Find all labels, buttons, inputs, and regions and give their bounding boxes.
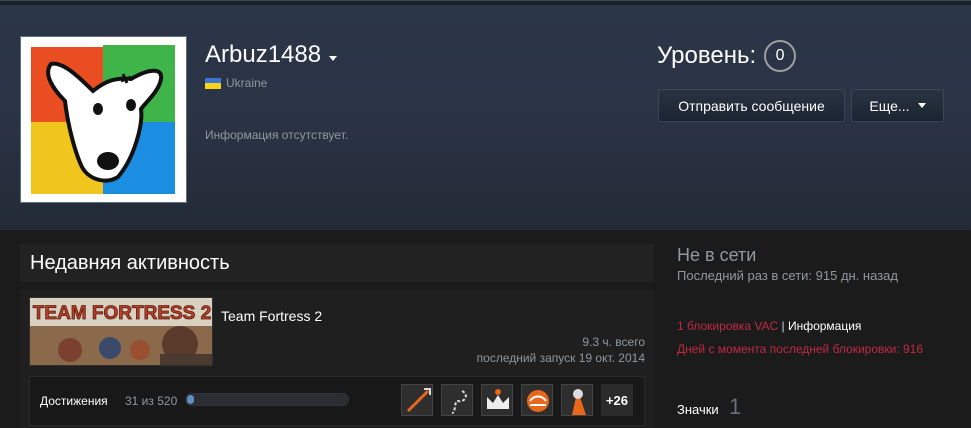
profile-summary: Информация отсутствует. [205, 128, 349, 142]
more-button-label: Еще... [869, 97, 910, 114]
persona-name-text: Arbuz1488 [205, 41, 322, 68]
ukraine-flag-icon [205, 77, 221, 89]
game-hours: 9.3 ч. всего [582, 335, 645, 349]
recent-activity-title: Недавняя активность [30, 252, 230, 274]
badges-link[interactable]: Значки [677, 402, 719, 417]
pyro-achievement-icon [562, 385, 592, 415]
game-capsule-image[interactable]: TEAM FORTRESS 2 [29, 297, 213, 366]
location: Ukraine [205, 76, 267, 90]
online-status: Не в сети [677, 245, 757, 265]
last-online: Последний раз в сети: 915 дн. назад [677, 268, 898, 283]
chevron-down-icon [917, 103, 926, 108]
arrow-achievement-icon [402, 385, 432, 415]
achievement-icon-4[interactable] [521, 384, 553, 416]
achievement-icon-2[interactable] [441, 384, 473, 416]
burger-achievement-icon [522, 385, 552, 415]
achievement-progress-bar [185, 393, 349, 406]
level-badge: 0 [764, 40, 797, 72]
achievements-count: 31 из 520 [125, 394, 178, 408]
achievement-icon-3[interactable] [481, 384, 513, 416]
vac-ban-text: 1 блокировка VAC [677, 319, 779, 333]
vac-separator: | [781, 319, 785, 333]
game-last-played: последний запуск 19 окт. 2014 [476, 351, 645, 365]
badges-count[interactable]: 1 [729, 394, 741, 420]
game-name-link[interactable]: Team Fortress 2 [221, 308, 322, 324]
achievement-progress-fill [187, 395, 194, 404]
achievement-icon-1[interactable] [401, 384, 433, 416]
days-since-ban: Дней с момента последней блокировки: 916 [677, 342, 924, 356]
profile-level: Уровень: 0 [657, 40, 797, 72]
vac-info-link[interactable]: Информация [788, 319, 861, 333]
more-achievements-button[interactable]: +26 [601, 384, 633, 416]
tf2-logo-text: TEAM FORTRESS 2 [33, 303, 211, 324]
avatar[interactable] [20, 36, 187, 203]
dog-logo-icon [31, 45, 175, 194]
location-text: Ukraine [226, 76, 268, 90]
avatar-image [23, 39, 184, 200]
chevron-down-icon[interactable] [329, 55, 338, 61]
achievement-icon-5[interactable] [561, 384, 593, 416]
level-label: Уровень: [657, 42, 757, 69]
persona-name[interactable]: Arbuz1488 [205, 41, 338, 69]
send-message-button[interactable]: Отправить сообщение [658, 89, 845, 122]
vac-ban-line: 1 блокировка VAC | Информация [677, 319, 861, 333]
more-button[interactable]: Еще... [851, 89, 944, 122]
achievements-label[interactable]: Достижения [40, 394, 108, 408]
crown-achievement-icon [482, 385, 512, 415]
hook-achievement-icon [442, 385, 472, 415]
tf2-capsule-icon: TEAM FORTRESS 2 [30, 298, 212, 365]
